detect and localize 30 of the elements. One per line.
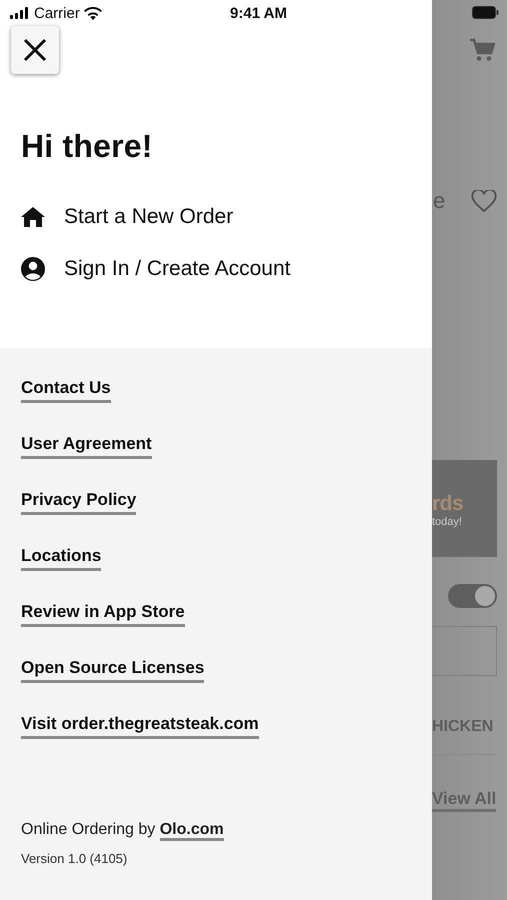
- status-time: 9:41 AM: [230, 4, 287, 22]
- menu-link[interactable]: Contact Us: [21, 378, 111, 403]
- credit-text: Online Ordering by Olo.com: [21, 821, 432, 839]
- signal-icon: [10, 7, 30, 19]
- menu-link[interactable]: User Agreement: [21, 434, 152, 459]
- toggle-switch[interactable]: [448, 584, 497, 608]
- banner-title: rds: [432, 493, 464, 514]
- version-text: Version 1.0 (4105): [21, 851, 128, 866]
- input-field[interactable]: [432, 626, 497, 676]
- menu-item[interactable]: Start a New Order: [20, 205, 234, 229]
- cut-off-title: e: [433, 188, 446, 214]
- menu-link[interactable]: Open Source Licenses: [21, 658, 204, 683]
- close-button[interactable]: [11, 26, 59, 74]
- credit-link[interactable]: Olo.com: [160, 821, 224, 841]
- carrier-name: Carrier: [34, 4, 80, 22]
- wifi-icon: [84, 6, 102, 20]
- category-heading: HICKEN: [432, 718, 494, 736]
- home-icon: [20, 206, 46, 228]
- menu-link[interactable]: Visit order.thegreatsteak.com: [21, 714, 259, 739]
- banner-subtitle: today!: [432, 516, 463, 528]
- greeting-heading: Hi there!: [21, 128, 154, 165]
- menu-link[interactable]: Locations: [21, 546, 102, 571]
- menu-item[interactable]: Sign In / Create Account: [20, 256, 290, 282]
- close-icon: [23, 38, 47, 62]
- menu-link[interactable]: Privacy Policy: [21, 490, 136, 515]
- cart-icon: [469, 38, 495, 62]
- account-icon: [20, 256, 46, 282]
- battery-icon: [472, 6, 499, 19]
- menu-link[interactable]: Review in App Store: [21, 602, 185, 627]
- heart-icon[interactable]: [471, 190, 497, 212]
